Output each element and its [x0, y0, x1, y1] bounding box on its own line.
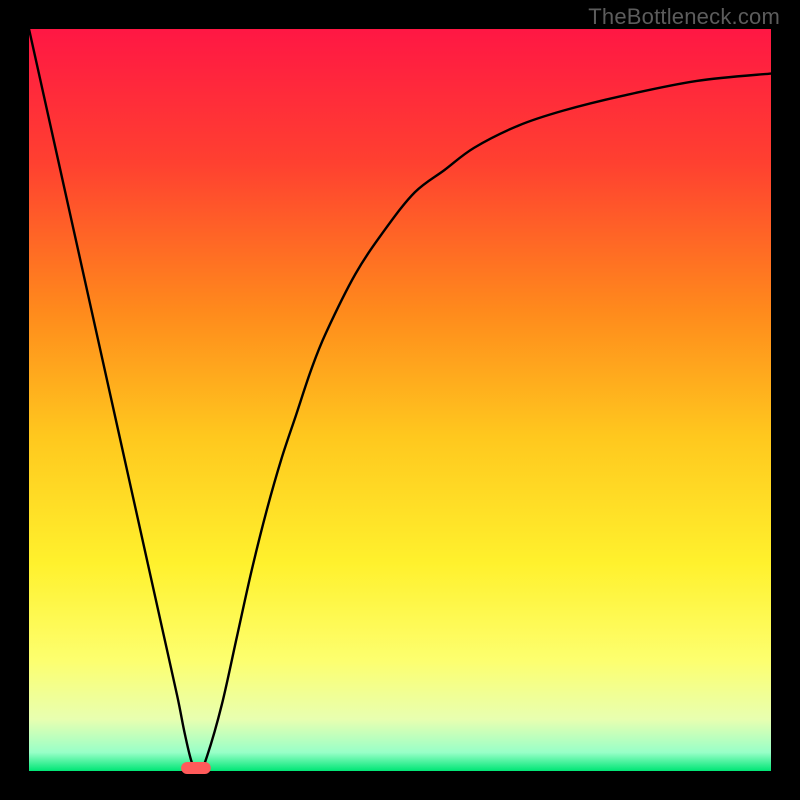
- watermark-text: TheBottleneck.com: [588, 4, 780, 30]
- bottleneck-chart: [0, 0, 800, 800]
- plot-background: [29, 29, 771, 771]
- chart-frame: TheBottleneck.com: [0, 0, 800, 800]
- optimum-marker: [181, 762, 211, 774]
